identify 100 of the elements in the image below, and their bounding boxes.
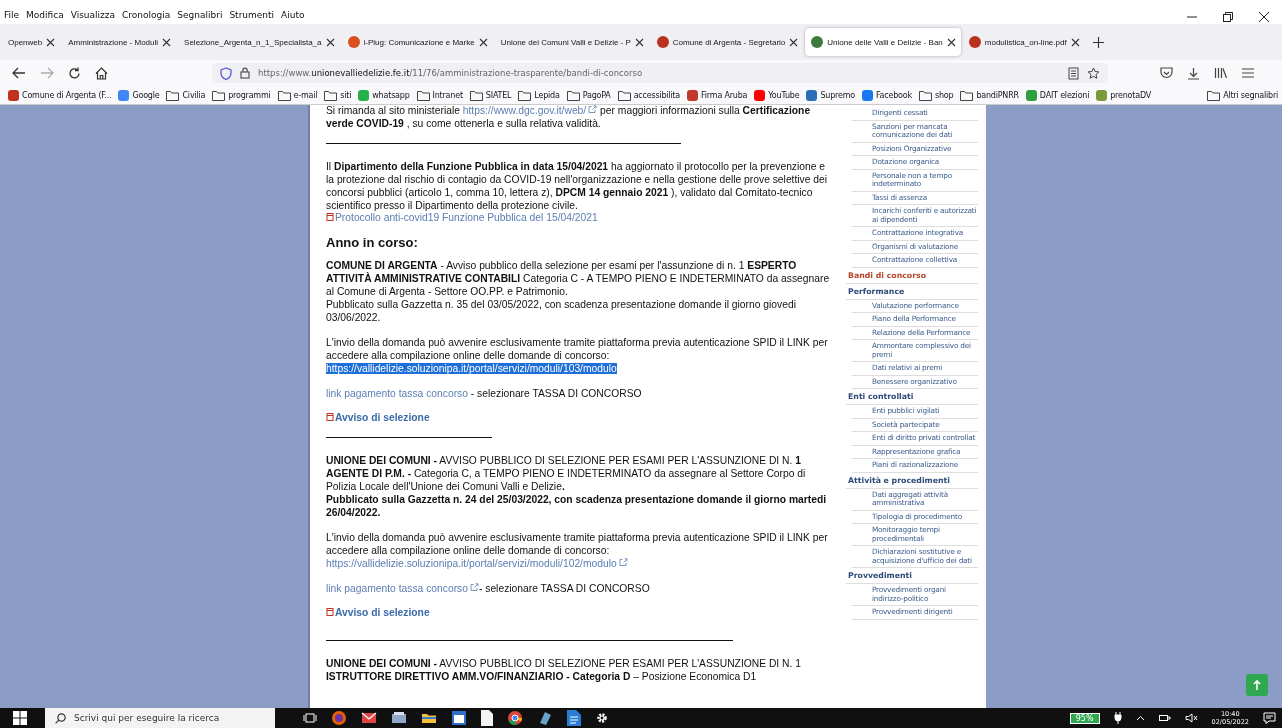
close-tab-icon[interactable] <box>478 37 488 47</box>
link[interactable]: https://www.dgc.gov.it/web/ <box>462 105 598 116</box>
close-icon[interactable] <box>1259 12 1269 22</box>
bookmark-item[interactable]: Supremo <box>806 89 855 101</box>
menu-item[interactable]: Strumenti <box>229 10 275 20</box>
bookmark-item[interactable]: programmi <box>212 89 271 101</box>
folder-icon <box>416 89 430 101</box>
paragraph: Si rimanda al sito ministeriale https://www.dgc.gov.it/web/ per maggiori informazioni sulla Certificazione verde COVID-19 , su come ottenerla e sulla relativa validità. <box>326 105 812 131</box>
folder-icon <box>277 89 291 101</box>
shield-icon <box>220 66 232 80</box>
chrome-browser-icon[interactable] <box>507 710 523 726</box>
paragraph: UNIONE DEI COMUNI - AVVISO PUBBLICO DI SELEZIONE PER ESAMI PER L'ASSUNZIONE DI N. 1 ISTRUTTORE DIRETTIVO AMM.VO/FINANZIARIO - Categoria D – Posizione Economica D1 <box>326 658 802 685</box>
arrow-up-icon <box>1253 679 1261 691</box>
bookmark-item[interactable]: Facebook <box>861 89 912 101</box>
library-icon[interactable] <box>1214 67 1228 79</box>
folder-icon <box>918 89 932 101</box>
browser-tab[interactable]: Openweb <box>2 28 61 56</box>
browser-tab[interactable]: Amministrazione - Moduli <box>62 28 177 56</box>
bookmark-item[interactable]: DAIT elezioni <box>1025 89 1090 101</box>
file-link[interactable]: Protocollo anti-covid19 Funzione Pubblica del 15/04/2021 <box>326 212 598 224</box>
browser-tab[interactable]: Unione dei Comuni Valli e Delizie - P <box>494 28 649 56</box>
menu-item[interactable]: Visualizza <box>70 10 116 20</box>
link[interactable]: link pagamento tassa concorso <box>326 387 468 399</box>
chevron-up-icon[interactable] <box>1135 715 1145 721</box>
menu-item[interactable]: Aiuto <box>281 10 305 20</box>
bookmark-item[interactable]: Google <box>118 89 160 101</box>
plug-icon[interactable] <box>1113 712 1122 724</box>
document-icon[interactable] <box>481 710 493 726</box>
mail-icon[interactable] <box>361 711 377 725</box>
paragraph: link pagamento tassa concorso - selezionare TASSA DI CONCORSO <box>326 582 651 596</box>
new-tab-icon[interactable] <box>1092 36 1104 48</box>
bookmark-item[interactable]: whatsapp <box>358 89 410 101</box>
browser-tab[interactable]: Selezione_Argenta_n_1_Specialista_a <box>178 28 340 56</box>
bookmark-item[interactable]: siti <box>324 89 352 101</box>
browser-tab[interactable]: Unione delle Valli e Delizie - Ban <box>805 28 961 56</box>
paragraph: link pagamento tassa concorso - selezionare TASSA DI CONCORSO <box>326 387 643 401</box>
folder-icon[interactable] <box>421 711 437 725</box>
speaker-muted-icon[interactable] <box>1184 713 1198 723</box>
bookmark-item[interactable]: bandiPNRR <box>960 89 1019 101</box>
menu-item[interactable]: File <box>4 10 20 20</box>
link[interactable]: https://vallidelizie.soluzionipa.it/portal/servizi/moduli/103/modulo <box>326 362 617 374</box>
pdf-file-icon <box>326 607 334 618</box>
bookmark-item[interactable]: shop <box>918 89 954 101</box>
settings-icon[interactable] <box>595 711 609 725</box>
address-field[interactable]: https://www.unionevalliedelizie.fe.it/11/76/amministrazione-trasparente/bandi-di-concorso <box>212 63 1108 83</box>
restore-icon[interactable] <box>1223 12 1233 22</box>
lock-icon <box>240 67 250 79</box>
back-icon[interactable] <box>12 67 26 79</box>
download-icon[interactable] <box>1187 66 1200 80</box>
browser-tab[interactable]: modulistica_on-line.pdf <box>962 28 1085 56</box>
menu-item[interactable]: Segnalibri <box>177 10 223 20</box>
menu-item[interactable]: Cronologia <box>122 10 171 20</box>
folder-icon <box>518 89 532 101</box>
reload-icon[interactable] <box>68 66 81 80</box>
home-icon[interactable] <box>95 66 108 80</box>
close-tab-icon[interactable] <box>789 37 799 47</box>
folder-icon <box>469 89 483 101</box>
bookmark-item[interactable]: SIATEL <box>469 89 512 101</box>
folder-icon <box>566 89 580 101</box>
windows-start-icon[interactable] <box>13 711 27 725</box>
paragraph: L'invio della domanda può avvenire esclusivamente tramite piattaforma previa autenticazione SPID il LINK per accedere alla compilazione online delle domande di concorso: https://vallidelizie.soluzionipa.it/portal/servizi/moduli/103/modulo <box>326 336 829 376</box>
close-tab-icon[interactable] <box>46 37 56 47</box>
bookmark-item[interactable]: prenotaDV <box>1096 89 1152 101</box>
bookmark-item[interactable]: PagoPA <box>566 89 611 101</box>
browser-tab[interactable]: i-Plug: Comunicazione e Marke <box>341 28 493 56</box>
bookmark-item[interactable]: Firma Aruba <box>687 89 748 101</box>
folder-icon <box>212 89 226 101</box>
folder-icon <box>617 89 631 101</box>
task-view-icon[interactable] <box>303 712 317 724</box>
bookmark-item[interactable]: e-mail <box>277 89 318 101</box>
close-tab-icon[interactable] <box>1070 37 1080 47</box>
taskbar-search-field[interactable]: Scrivi qui per eseguire la ricerca <box>45 708 275 728</box>
folder-icon <box>166 89 180 101</box>
folder-icon <box>1207 89 1221 101</box>
calendar-icon[interactable] <box>451 710 467 726</box>
close-tab-icon[interactable] <box>946 37 956 47</box>
reader-view-icon[interactable] <box>1068 66 1079 80</box>
browser-tab[interactable]: Comune di Argenta - Segretario <box>650 28 804 56</box>
close-tab-icon[interactable] <box>634 37 644 47</box>
pocket-icon[interactable] <box>1160 67 1173 79</box>
star-icon[interactable] <box>1087 66 1100 80</box>
file-link[interactable]: Avviso di selezione <box>326 607 430 619</box>
link[interactable]: link pagamento tassa concorso <box>326 582 479 594</box>
bookmark-item[interactable]: Lepida <box>518 89 560 101</box>
bookmark-item[interactable]: Civilia <box>166 89 206 101</box>
file-link[interactable]: Avviso di selezione <box>326 412 430 424</box>
bookmark-item[interactable]: Intranet <box>416 89 463 101</box>
bookmark-item[interactable]: accessibilita <box>617 89 680 101</box>
search-icon <box>55 712 66 724</box>
notifications-icon[interactable] <box>1263 712 1276 724</box>
bookmark-folder[interactable]: Altri segnalibri <box>1207 89 1278 101</box>
paragraph: Il Dipartimento della Funzione Pubblica in data 15/04/2021 ha aggiornato il protocollo per la prevenzione e la protezione dal rischio di contagio da COVID-19 nell'organizzazione e nella gestione delle prove selettive dei concorsi pubblici (articolo 1, comma 10, lettera z), DPCM 14 gennaio 2021 ), validato dal Comitato-tecnico scientifico presso il Dipartimento della protezione civile. Protocollo anti-covid19 Funzione Pubblica del 15/04/2021 <box>326 160 829 226</box>
close-tab-icon[interactable] <box>162 37 172 47</box>
menu-item[interactable]: Modifica <box>26 10 64 20</box>
link[interactable]: https://vallidelizie.soluzionipa.it/portal/servizi/moduli/102/modulo <box>326 557 628 569</box>
bookmark-item[interactable]: Comune di Argenta (F... <box>8 89 112 101</box>
close-tab-icon[interactable] <box>325 37 335 47</box>
bookmark-item[interactable]: YouTube <box>754 89 800 101</box>
menu-icon[interactable] <box>1242 68 1254 78</box>
word-document-icon[interactable] <box>567 710 581 726</box>
